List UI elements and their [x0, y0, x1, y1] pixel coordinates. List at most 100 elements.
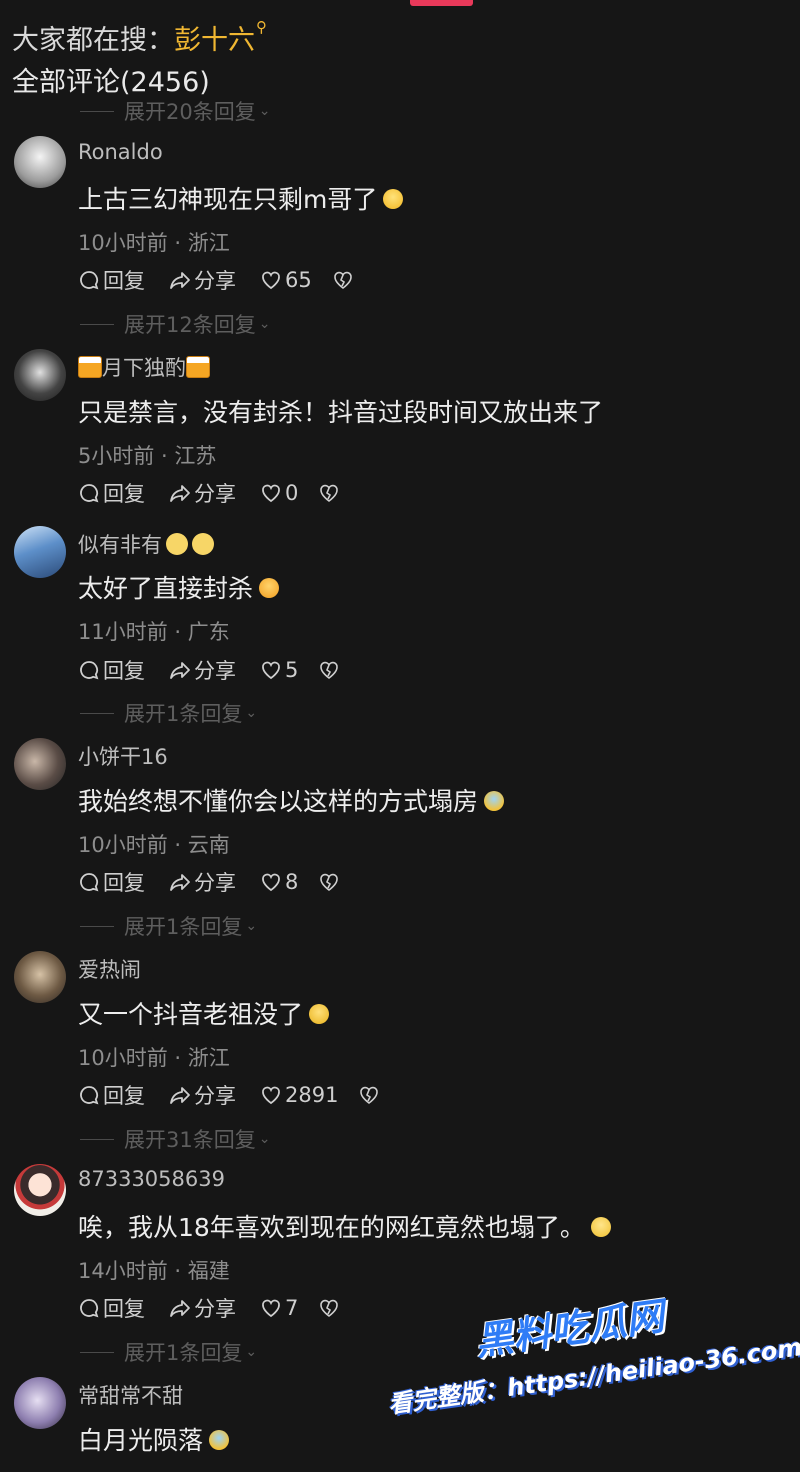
- hot-search-prefix: 大家都在搜：: [12, 25, 174, 56]
- broken-heart-icon[interactable]: [358, 1084, 380, 1106]
- expand-replies[interactable]: 展开20条回复 ⌄: [80, 96, 270, 126]
- comment-text: 唉，我从18年喜欢到现在的网红竟然也塌了。: [78, 1208, 611, 1244]
- reply-button[interactable]: 回复: [78, 265, 145, 295]
- broken-heart-icon[interactable]: [318, 659, 340, 681]
- crying-emoji-icon: [209, 1430, 230, 1450]
- comment-meta: 14小时前 · 福建: [78, 1259, 230, 1283]
- like-count: 5: [285, 658, 299, 682]
- avatar[interactable]: [14, 349, 66, 401]
- like-count: 65: [285, 268, 312, 292]
- expand-replies[interactable]: 展开1条回复 ⌄: [80, 1337, 257, 1367]
- reply-button[interactable]: 回复: [78, 867, 145, 897]
- share-button[interactable]: 分享: [169, 655, 236, 685]
- broken-heart-icon[interactable]: [318, 871, 340, 893]
- heart-icon: [262, 873, 280, 892]
- avatar[interactable]: [14, 1164, 66, 1216]
- comment-actions: 回复 分享 2891: [78, 1080, 380, 1110]
- expand-replies[interactable]: 展开12条回复 ⌄: [80, 309, 270, 339]
- avatar[interactable]: [14, 1377, 66, 1429]
- share-button[interactable]: 分享: [169, 478, 236, 508]
- username[interactable]: 似有非有: [78, 529, 214, 559]
- expand-replies[interactable]: 展开1条回复 ⌄: [80, 911, 257, 941]
- avatar[interactable]: [14, 951, 66, 1003]
- username[interactable]: Ronaldo: [78, 140, 163, 164]
- reply-button[interactable]: 回复: [78, 655, 145, 685]
- crying-emoji-icon: [484, 791, 505, 811]
- share-arrow-icon: [170, 272, 190, 289]
- like-count: 0: [285, 481, 299, 505]
- share-arrow-icon: [170, 874, 190, 891]
- share-arrow-icon: [170, 662, 190, 679]
- comment-actions: 回复 分享 5: [78, 655, 340, 685]
- share-button[interactable]: 分享: [169, 265, 236, 295]
- expand-replies[interactable]: 展开31条回复 ⌄: [80, 1124, 270, 1154]
- like-count: 2891: [285, 1083, 339, 1107]
- chevron-down-icon: ⌄: [258, 316, 271, 332]
- comment-text: 上古三幻神现在只剩m哥了: [78, 180, 404, 216]
- like-count: 7: [285, 1296, 299, 1320]
- beer-emoji-icon: [186, 356, 210, 378]
- watermark: 黑料吃瓜网 看完整版：https://heiliao-36.com: [386, 1294, 800, 1448]
- chat-bubble-icon: [80, 484, 99, 503]
- username[interactable]: 小饼干16: [78, 741, 168, 771]
- beer-emoji-icon: [78, 356, 102, 378]
- comment-actions: 回复 分享 7: [78, 1293, 340, 1323]
- like-button[interactable]: 2891: [260, 1083, 338, 1107]
- comment-meta: 10小时前 · 浙江: [78, 1046, 230, 1070]
- reply-button[interactable]: 回复: [78, 1080, 145, 1110]
- chevron-down-icon: ⌄: [245, 705, 258, 721]
- chevron-down-icon: ⌄: [258, 103, 271, 119]
- comment-actions: 回复 分享 65: [78, 265, 354, 295]
- avatar[interactable]: [14, 136, 66, 188]
- comment-meta: 5小时前 · 江苏: [78, 444, 217, 468]
- heart-icon: [262, 484, 280, 503]
- comment-text: 只是禁言，没有封杀！抖音过段时间又放出来了: [78, 398, 604, 427]
- avatar[interactable]: [14, 526, 66, 578]
- chat-bubble-icon: [80, 1299, 99, 1318]
- smile-emoji-icon: [166, 533, 188, 555]
- smile-emoji-icon: [590, 1217, 611, 1237]
- share-arrow-icon: [170, 1087, 190, 1104]
- chat-bubble-icon: [80, 1086, 99, 1105]
- broken-heart-icon[interactable]: [318, 482, 340, 504]
- like-button[interactable]: 8: [260, 870, 298, 894]
- expand-replies[interactable]: 展开1条回复 ⌄: [80, 698, 257, 728]
- search-icon[interactable]: ⚲: [256, 18, 267, 36]
- reply-button[interactable]: 回复: [78, 478, 145, 508]
- chevron-down-icon: ⌄: [245, 1344, 258, 1360]
- like-button[interactable]: 7: [260, 1296, 298, 1320]
- chat-bubble-icon: [80, 271, 99, 290]
- hot-search-bar[interactable]: 大家都在搜：彭十六⚲: [12, 18, 267, 57]
- comments-count-title: 全部评论(2456): [12, 67, 210, 98]
- comment-meta: 11小时前 · 广东: [78, 620, 230, 644]
- heart-icon: [262, 1299, 280, 1318]
- comment-text: 白月光陨落: [78, 1421, 230, 1457]
- comment-actions: 回复 分享 0: [78, 478, 340, 508]
- like-button[interactable]: 65: [260, 268, 312, 292]
- smile-emoji-icon: [192, 533, 214, 555]
- reply-button[interactable]: 回复: [78, 1293, 145, 1323]
- username[interactable]: 爱热闹: [78, 954, 141, 984]
- comment-text: 又一个抖音老祖没了: [78, 995, 330, 1031]
- share-arrow-icon: [170, 485, 190, 502]
- share-button[interactable]: 分享: [169, 1293, 236, 1323]
- share-arrow-icon: [170, 1300, 190, 1317]
- broken-heart-icon[interactable]: [332, 269, 354, 291]
- comment-actions: 回复 分享 8: [78, 867, 340, 897]
- username[interactable]: 月下独酌: [78, 352, 210, 382]
- heart-icon: [262, 271, 280, 290]
- chevron-down-icon: ⌄: [245, 918, 258, 934]
- username[interactable]: 常甜常不甜: [78, 1380, 183, 1410]
- avatar[interactable]: [14, 738, 66, 790]
- hot-search-keyword[interactable]: 彭十六: [174, 25, 255, 56]
- like-button[interactable]: 0: [260, 481, 298, 505]
- broken-heart-icon[interactable]: [318, 1297, 340, 1319]
- chat-bubble-icon: [80, 873, 99, 892]
- heart-icon: [262, 661, 280, 680]
- hug-emoji-icon: [309, 1004, 330, 1024]
- laughing-emoji-icon: [383, 189, 404, 209]
- share-button[interactable]: 分享: [169, 867, 236, 897]
- share-button[interactable]: 分享: [169, 1080, 236, 1110]
- username[interactable]: 87333058639: [78, 1167, 225, 1191]
- like-button[interactable]: 5: [260, 658, 298, 682]
